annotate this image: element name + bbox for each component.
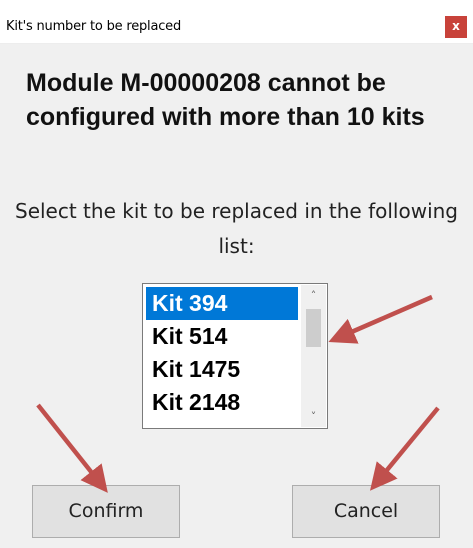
kit-list-item[interactable]: Kit 2148 (146, 386, 298, 419)
title-bar: Kit's number to be replaced x (0, 11, 473, 44)
confirm-button[interactable]: Confirm (32, 485, 180, 538)
cancel-button[interactable]: Cancel (292, 485, 440, 538)
kit-list-items: Kit 394 Kit 514 Kit 1475 Kit 2148 (146, 287, 298, 419)
window-title: Kit's number to be replaced (6, 19, 182, 34)
instructions-text: Select the kit to be replaced in the fol… (15, 199, 458, 258)
kit-listbox[interactable]: Kit 394 Kit 514 Kit 1475 Kit 2148 ˄ ˅ (142, 283, 328, 429)
error-headline: Module M-00000208 cannot be configured w… (26, 69, 425, 131)
kit-list-item[interactable]: Kit 1475 (146, 353, 298, 386)
list-scrollbar[interactable]: ˄ ˅ (301, 285, 326, 427)
scroll-up-icon[interactable]: ˄ (301, 287, 326, 304)
scroll-thumb[interactable] (306, 309, 321, 347)
close-icon[interactable]: x (445, 16, 467, 38)
kit-list-item[interactable]: Kit 514 (146, 320, 298, 353)
scroll-down-icon[interactable]: ˅ (301, 408, 326, 425)
kit-list-item[interactable]: Kit 394 (146, 287, 298, 320)
